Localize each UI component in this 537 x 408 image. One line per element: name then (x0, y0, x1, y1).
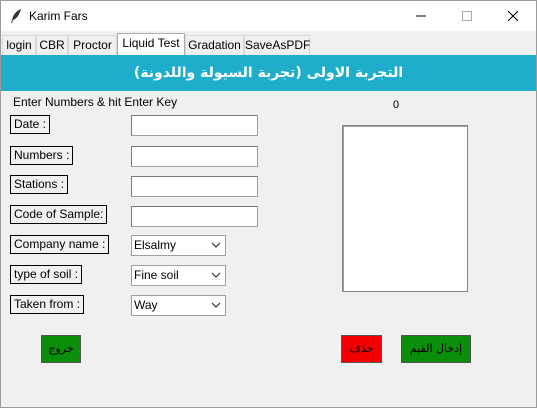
tab-liquid-test[interactable]: Liquid Test (117, 33, 185, 55)
stations-field[interactable] (131, 176, 258, 197)
tab-save-as-pdf[interactable]: SaveAsPDF (244, 35, 310, 55)
company-name-select[interactable]: Elsalmy (131, 235, 226, 256)
maximize-icon (462, 11, 472, 21)
numbers-field[interactable] (131, 146, 258, 167)
window-title: Karim Fars (29, 9, 88, 23)
tab-cbr[interactable]: CBR (36, 35, 68, 55)
code-of-sample-label: Code of Sample: (10, 205, 108, 224)
chevron-down-icon (211, 272, 221, 278)
app-window: Karim Fars login CBR Proctor Liquid Test… (0, 0, 537, 408)
date-field[interactable] (131, 115, 258, 136)
date-label: Date : (10, 115, 51, 134)
minimize-icon (416, 15, 426, 17)
company-name-value: Elsalmy (134, 238, 177, 252)
code-of-sample-field[interactable] (131, 206, 258, 227)
numbers-label: Numbers : (10, 146, 74, 165)
instruction-text: Enter Numbers & hit Enter Key (13, 95, 178, 109)
chevron-down-icon (211, 242, 221, 248)
exit-button[interactable]: خروج (41, 335, 81, 363)
taken-from-label: Taken from : (10, 295, 85, 314)
minimize-button[interactable] (398, 1, 444, 31)
close-icon (508, 11, 518, 21)
close-button[interactable] (490, 1, 536, 31)
tab-proctor[interactable]: Proctor (68, 35, 117, 55)
page-banner: التجربة الاولى (تجربة السيولة واللدونة) (1, 55, 536, 91)
entry-counter: 0 (393, 99, 400, 111)
values-listbox[interactable] (342, 125, 468, 292)
taken-from-select[interactable]: Way (131, 295, 226, 316)
company-name-label: Company name : (10, 235, 110, 254)
taken-from-value: Way (134, 298, 158, 312)
tab-bar: login CBR Proctor Liquid Test Gradation … (1, 33, 536, 55)
type-of-soil-select[interactable]: Fine soil (131, 265, 226, 286)
maximize-button[interactable] (444, 1, 490, 31)
type-of-soil-label: type of soil : (10, 265, 83, 284)
title-bar: Karim Fars (1, 1, 536, 31)
delete-button[interactable]: حذف (341, 335, 382, 363)
stations-label: Stations : (10, 175, 69, 194)
type-of-soil-value: Fine soil (134, 268, 179, 282)
tab-login[interactable]: login (2, 35, 36, 55)
insert-values-button[interactable]: إدخال القيم (401, 335, 471, 363)
feather-icon (11, 9, 21, 23)
chevron-down-icon (211, 302, 221, 308)
tab-gradation[interactable]: Gradation (185, 35, 244, 55)
